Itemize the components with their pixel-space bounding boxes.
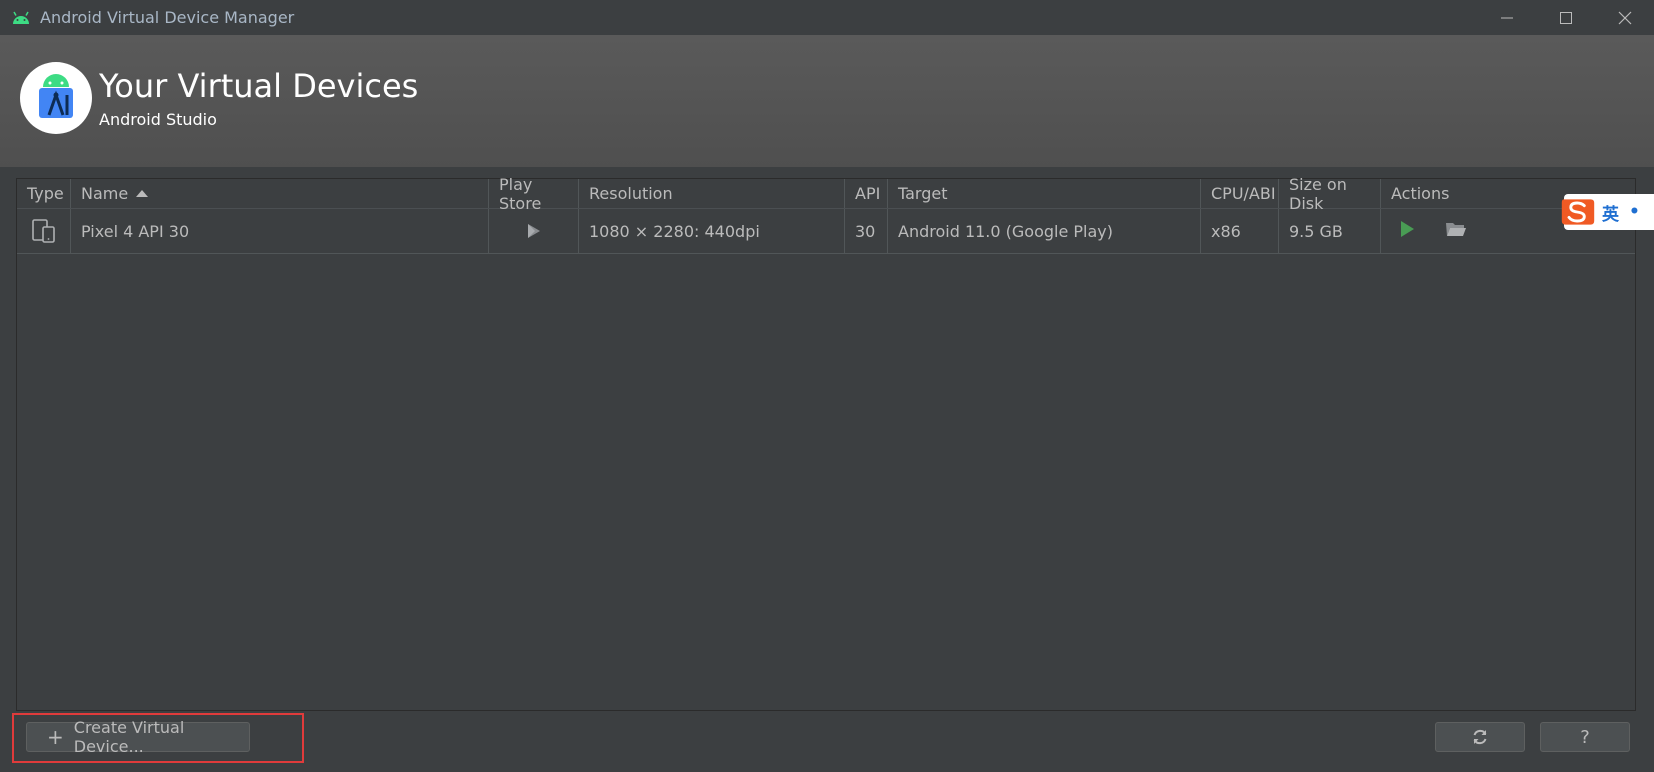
device-name: Pixel 4 API 30 — [71, 209, 489, 253]
page-title: Your Virtual Devices — [99, 67, 419, 105]
phone-tablet-icon — [17, 209, 71, 253]
close-button[interactable] — [1595, 0, 1654, 35]
device-target: Android 11.0 (Google Play) — [888, 209, 1201, 253]
column-header-cpu-abi[interactable]: CPU/ABI — [1201, 179, 1279, 208]
play-store-icon — [489, 209, 579, 253]
minimize-icon — [1500, 17, 1513, 18]
android-studio-logo — [20, 62, 92, 134]
window-title: Android Virtual Device Manager — [40, 8, 295, 27]
column-header-name-label: Name — [81, 184, 129, 203]
maximize-button[interactable] — [1536, 0, 1595, 35]
close-icon — [1618, 11, 1631, 24]
column-header-name[interactable]: Name — [71, 179, 489, 208]
device-api: 30 — [845, 209, 888, 253]
column-header-resolution[interactable]: Resolution — [579, 179, 845, 208]
window-controls — [1477, 0, 1654, 35]
device-resolution: 1080 × 2280: 440dpi — [579, 209, 845, 253]
device-cpu-abi: x86 — [1201, 209, 1279, 253]
table-row[interactable]: Pixel 4 API 30 1080 × 2280: 440dpi 30 An… — [17, 209, 1635, 254]
column-header-play-store[interactable]: Play Store — [489, 175, 579, 213]
column-header-type[interactable]: Type — [17, 179, 71, 208]
column-header-api[interactable]: API — [845, 179, 888, 208]
sogou-s-icon — [1560, 194, 1596, 230]
android-icon — [10, 9, 32, 27]
device-size: 9.5 GB — [1279, 209, 1381, 253]
help-label: ? — [1580, 726, 1590, 748]
minimize-button[interactable] — [1477, 0, 1536, 35]
header-banner: Your Virtual Devices Android Studio — [0, 35, 1654, 167]
column-header-size[interactable]: Size on Disk — [1279, 175, 1381, 213]
refresh-icon — [1473, 729, 1487, 745]
plus-icon: + — [47, 725, 64, 749]
refresh-button[interactable] — [1435, 722, 1525, 752]
help-button[interactable]: ? — [1540, 722, 1630, 752]
play-icon[interactable] — [1399, 220, 1415, 242]
title-bar: Android Virtual Device Manager — [0, 0, 1654, 35]
folder-icon[interactable] — [1445, 220, 1467, 242]
sort-ascending-icon — [136, 190, 149, 197]
ime-mode-label: 英 — [1602, 204, 1619, 225]
page-subtitle: Android Studio — [99, 110, 217, 129]
create-virtual-device-button[interactable]: + Create Virtual Device... — [26, 718, 250, 756]
column-header-target[interactable]: Target — [888, 179, 1201, 208]
device-table: Type Name Play Store Resolution API Targ… — [16, 175, 1636, 711]
maximize-icon — [1559, 11, 1572, 24]
ime-punctuation-dot: • — [1629, 202, 1640, 222]
table-header: Type Name Play Store Resolution API Targ… — [17, 175, 1635, 213]
create-virtual-device-label: Create Virtual Device... — [73, 718, 185, 756]
ime-status-widget[interactable]: 英 • — [1561, 194, 1654, 230]
